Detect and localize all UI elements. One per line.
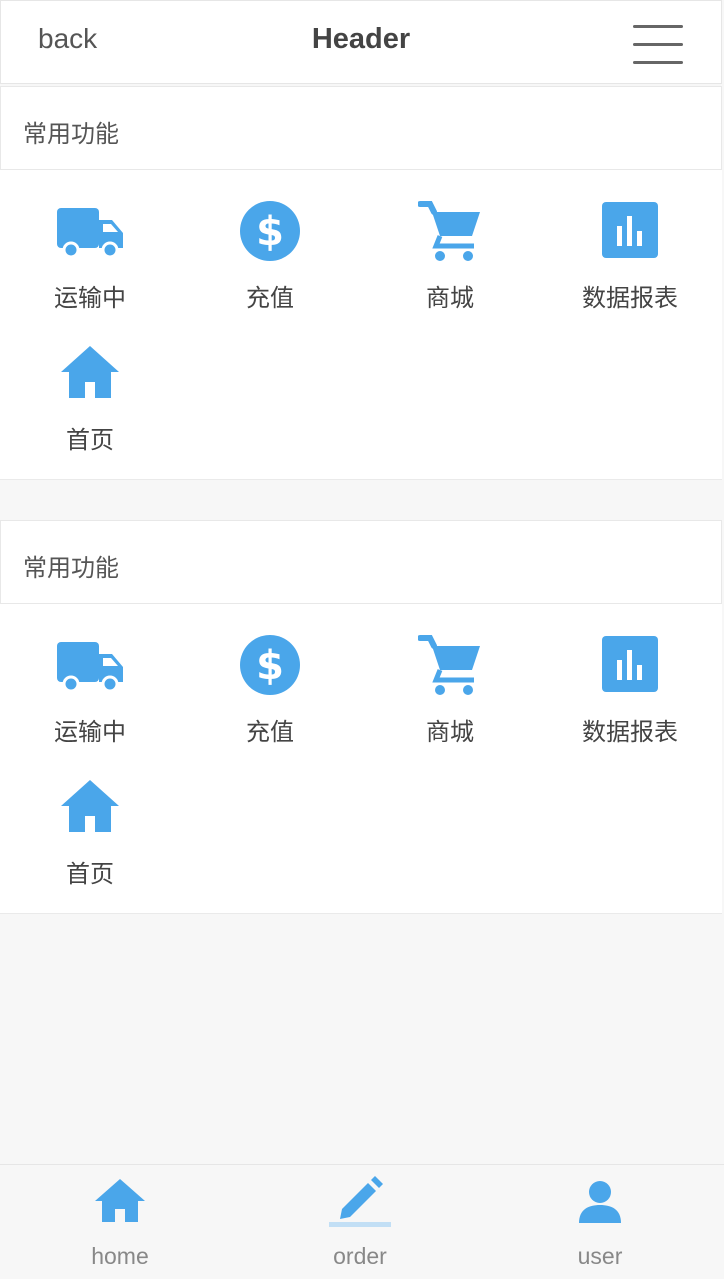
grid-item-label: 首页	[66, 426, 114, 454]
bar-chart-icon	[602, 636, 658, 692]
svg-text:$: $	[256, 209, 284, 255]
home-icon	[61, 346, 119, 398]
tab-label: home	[91, 1243, 149, 1269]
grid-item-mall[interactable]: 商城	[360, 200, 540, 330]
function-grid: 运输中 $ 充值 商城 数据报表 首页	[0, 604, 722, 914]
tab-home[interactable]: home	[60, 1165, 180, 1279]
truck-icon	[57, 642, 123, 693]
grid-item-label: 数据报表	[582, 284, 678, 312]
section-title: 常用功能	[23, 120, 119, 148]
section-header: 常用功能	[0, 86, 722, 170]
svg-text:$: $	[256, 643, 284, 689]
grid-item-mall[interactable]: 商城	[360, 634, 540, 764]
cart-icon	[418, 201, 480, 261]
section-header: 常用功能	[0, 520, 722, 604]
grid-item-home[interactable]: 首页	[0, 776, 180, 906]
hamburger-icon[interactable]	[633, 25, 683, 65]
tab-user[interactable]: user	[540, 1165, 660, 1279]
home-icon	[95, 1179, 145, 1222]
grid-item-recharge[interactable]: $ 充值	[180, 634, 360, 764]
user-icon	[579, 1181, 621, 1223]
cart-icon	[418, 635, 480, 695]
dollar-icon: $	[240, 201, 300, 261]
tab-label: user	[577, 1243, 623, 1269]
grid-item-label: 充值	[246, 718, 294, 746]
grid-item-label: 商城	[426, 284, 474, 312]
grid-item-label: 商城	[426, 718, 474, 746]
home-icon	[61, 780, 119, 832]
function-grid: 运输中 $ 充值 商城 数据报表 首页	[0, 170, 722, 480]
pencil-icon	[329, 1176, 391, 1227]
grid-item-label: 运输中	[54, 284, 126, 312]
grid-item-transport[interactable]: 运输中	[0, 634, 180, 764]
tab-order[interactable]: order	[300, 1165, 420, 1279]
section-title: 常用功能	[23, 554, 119, 582]
grid-item-home[interactable]: 首页	[0, 342, 180, 472]
grid-item-label: 数据报表	[582, 718, 678, 746]
tab-label: order	[333, 1243, 387, 1269]
bar-chart-icon	[602, 202, 658, 258]
grid-item-transport[interactable]: 运输中	[0, 200, 180, 330]
grid-item-label: 首页	[66, 860, 114, 888]
dollar-icon: $	[240, 635, 300, 695]
header-bar: back Header	[0, 0, 722, 84]
grid-item-report[interactable]: 数据报表	[540, 200, 720, 330]
active-indicator	[329, 1222, 391, 1227]
grid-item-report[interactable]: 数据报表	[540, 634, 720, 764]
truck-icon	[57, 208, 123, 259]
grid-item-recharge[interactable]: $ 充值	[180, 200, 360, 330]
grid-item-label: 充值	[246, 284, 294, 312]
page-title: Header	[311, 23, 411, 55]
grid-item-label: 运输中	[54, 718, 126, 746]
tab-bar: home order user	[0, 1164, 724, 1278]
